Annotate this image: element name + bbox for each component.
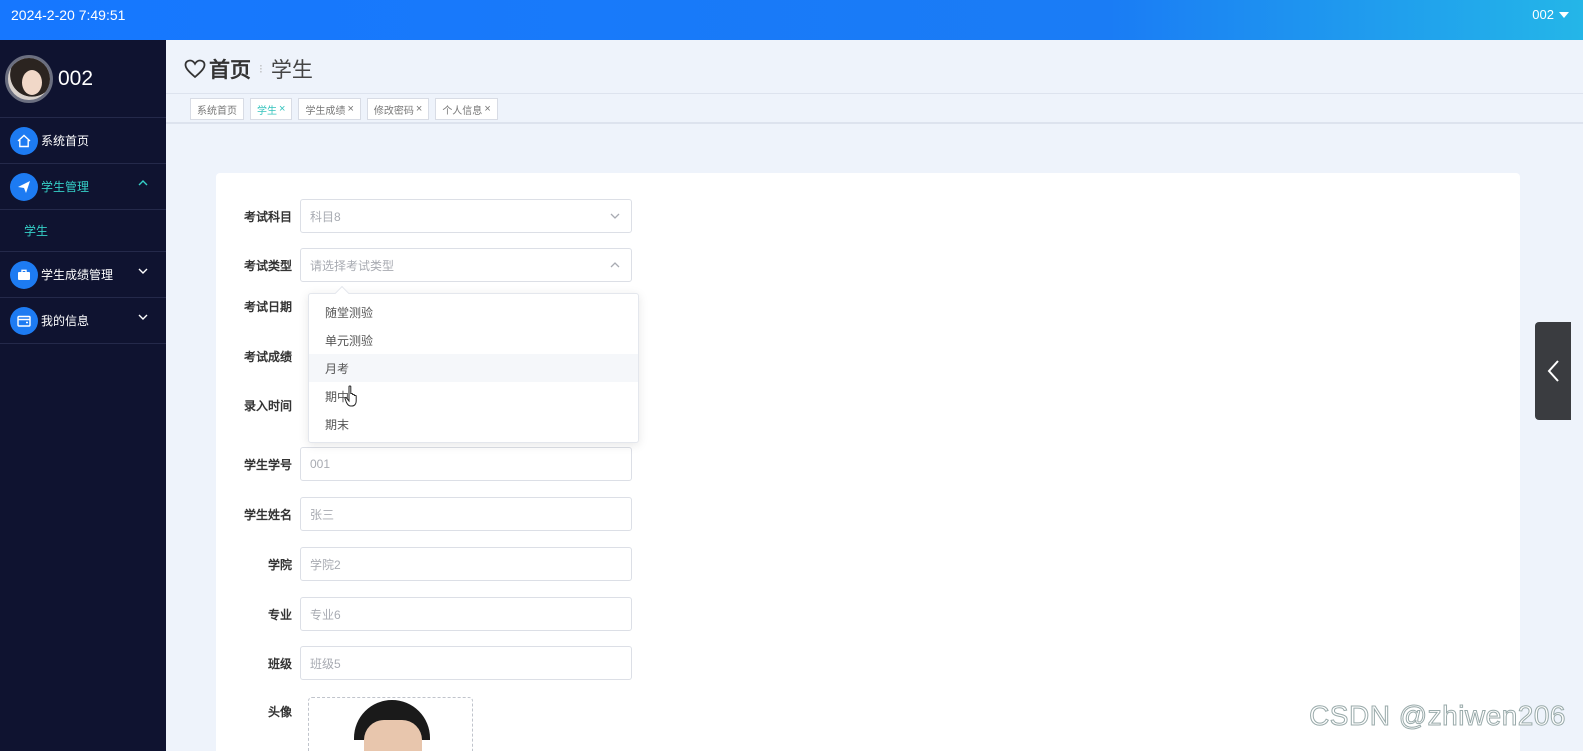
briefcase-icon — [10, 260, 38, 289]
subject-label: 考试科目 — [243, 209, 292, 224]
breadcrumb-separator: ⁝ — [259, 62, 263, 76]
entry-time-label: 录入时间 — [243, 399, 292, 413]
user-menu-label: 002 — [1532, 7, 1554, 22]
current-datetime: 2024-2-20 7:49:51 — [11, 7, 126, 23]
tab-label: 学生 — [257, 105, 277, 117]
breadcrumb-current: 学生 — [270, 59, 313, 82]
profile: 002 — [0, 40, 166, 118]
sidebar-item-label: 学生成绩管理 — [41, 268, 114, 282]
college-label: 学院 — [267, 557, 292, 572]
class-label: 班级 — [267, 656, 292, 671]
form-row-class: 班级 班级5 — [216, 646, 632, 680]
sidebar: 002 系统首页 学生管理 学生 学生成绩管理 我的信息 — [0, 40, 166, 751]
close-icon[interactable]: × — [484, 103, 490, 115]
avatar — [5, 54, 53, 103]
chevron-down-icon — [138, 314, 148, 320]
student-no-field[interactable]: 001 — [300, 447, 632, 481]
tab-label: 系统首页 — [197, 105, 237, 117]
exam-type-dropdown: 随堂测验 单元测验 月考 期中 期末 — [308, 285, 639, 443]
tab-label: 个人信息 — [442, 105, 483, 117]
dropdown-option[interactable]: 月考 — [309, 354, 638, 382]
form-card: 考试科目 科目8 考试类型 请选择考试类型 考试日期 考试成绩 录入时间 学生学… — [216, 173, 1520, 751]
form-row-student-name: 学生姓名 张三 — [216, 497, 632, 531]
caret-down-icon — [1559, 11, 1569, 18]
avatar-label: 头像 — [267, 705, 292, 719]
sidebar-item-label: 系统首页 — [41, 134, 90, 148]
sidebar-item-label: 学生管理 — [41, 180, 90, 194]
subject-value: 科目8 — [310, 209, 341, 224]
exam-type-select[interactable]: 请选择考试类型 — [300, 248, 632, 282]
dropdown-option[interactable]: 单元测验 — [309, 326, 638, 354]
subject-select[interactable]: 科目8 — [300, 199, 632, 233]
sidebar-item-student-management[interactable]: 学生管理 — [0, 164, 166, 210]
content-header: 首页 ⁝ 学生 — [166, 40, 1583, 94]
major-field[interactable]: 专业6 — [300, 597, 632, 631]
chevron-down-icon — [138, 268, 148, 274]
breadcrumb: 首页 ⁝ 学生 — [184, 54, 313, 84]
tab-change-password[interactable]: 修改密码 × — [366, 98, 430, 120]
exam-type-placeholder: 请选择考试类型 — [310, 258, 395, 273]
form-row-college: 学院 学院2 — [216, 547, 632, 581]
tab-bar: 系统首页 学生 × 学生成绩 × 修改密码 × 个人信息 × — [190, 98, 498, 120]
form-row-entry-time: 录入时间 — [216, 397, 300, 414]
exam-score-label: 考试成绩 — [243, 350, 292, 364]
student-name-label: 学生姓名 — [243, 507, 292, 522]
form-row-exam-type: 考试类型 请选择考试类型 — [216, 248, 632, 282]
college-field[interactable]: 学院2 — [300, 547, 632, 581]
student-name-field[interactable]: 张三 — [300, 497, 632, 531]
major-label: 专业 — [267, 607, 292, 622]
tab-student[interactable]: 学生 × — [250, 98, 293, 120]
form-row-avatar: 头像 — [216, 703, 300, 720]
student-name-value: 张三 — [310, 507, 335, 522]
profile-name: 002 — [58, 66, 94, 90]
student-no-value: 001 — [310, 457, 331, 471]
class-value: 班级5 — [310, 656, 341, 671]
exam-type-label: 考试类型 — [243, 258, 292, 273]
avatar-upload[interactable] — [308, 697, 473, 751]
collapse-panel-handle[interactable] — [1535, 322, 1571, 420]
sidebar-item-grade-management[interactable]: 学生成绩管理 — [0, 252, 166, 298]
tab-home[interactable]: 系统首页 — [190, 98, 244, 120]
class-field[interactable]: 班级5 — [300, 646, 632, 680]
tab-profile[interactable]: 个人信息 × — [435, 98, 498, 120]
user-menu[interactable]: 002 — [1532, 7, 1569, 22]
form-row-subject: 考试科目 科目8 — [216, 199, 632, 233]
form-row-exam-date: 考试日期 — [216, 298, 300, 315]
major-value: 专业6 — [310, 607, 341, 622]
close-icon[interactable]: × — [347, 103, 353, 115]
sidebar-item-my-info[interactable]: 我的信息 — [0, 298, 166, 344]
tab-divider — [166, 122, 1583, 124]
tab-label: 修改密码 — [373, 105, 414, 117]
tab-label: 学生成绩 — [305, 105, 346, 117]
watermark: CSDN @zhiwen206 — [1309, 700, 1566, 732]
form-row-exam-score: 考试成绩 — [216, 348, 300, 365]
chevron-up-icon — [610, 262, 620, 268]
student-no-label: 学生学号 — [243, 457, 292, 472]
heart-icon — [184, 59, 206, 79]
dropdown-option[interactable]: 随堂测验 — [309, 298, 638, 326]
form-row-major: 专业 专业6 — [216, 597, 632, 631]
tab-grades[interactable]: 学生成绩 × — [298, 98, 361, 120]
close-icon[interactable]: × — [279, 103, 285, 115]
breadcrumb-home[interactable]: 首页 — [209, 54, 251, 84]
send-icon — [10, 172, 38, 201]
sidebar-item-label: 我的信息 — [41, 314, 90, 328]
form-row-student-no: 学生学号 001 — [216, 447, 632, 481]
exam-date-label: 考试日期 — [243, 300, 292, 314]
sidebar-subitem-label: 学生 — [24, 224, 49, 238]
close-icon[interactable]: × — [416, 103, 422, 115]
sidebar-subitem-student[interactable]: 学生 — [0, 210, 166, 252]
chevron-down-icon — [610, 213, 620, 219]
home-icon — [10, 126, 38, 155]
dropdown-option[interactable]: 期末 — [309, 410, 638, 438]
chevron-up-icon — [138, 180, 148, 186]
chevron-left-icon — [1547, 360, 1559, 382]
college-value: 学院2 — [310, 557, 341, 572]
top-bar: 2024-2-20 7:49:51 002 — [0, 0, 1583, 40]
wallet-icon — [10, 306, 38, 335]
sidebar-item-home[interactable]: 系统首页 — [0, 118, 166, 164]
hand-cursor-icon — [344, 385, 357, 407]
